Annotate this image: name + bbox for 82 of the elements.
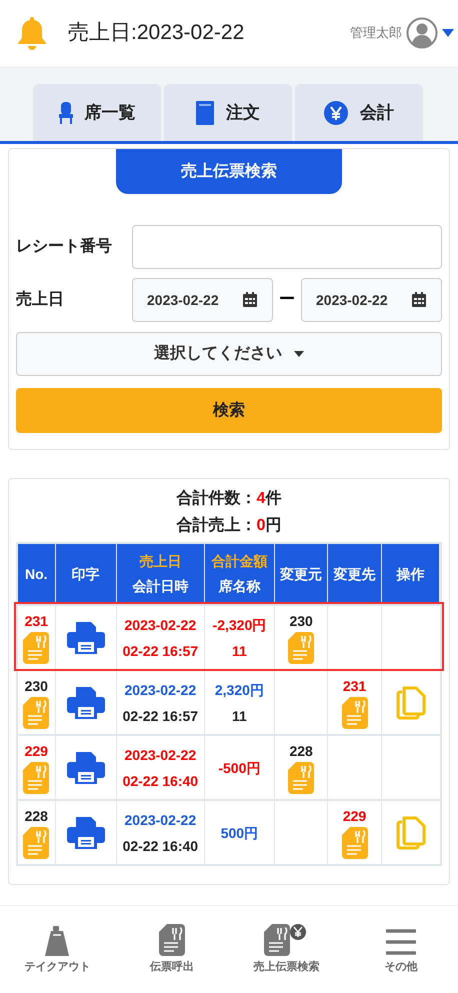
nav-tab[interactable]: 席一覧 (33, 84, 161, 141)
caret-icon (294, 351, 304, 357)
column-header: 売上日 会計日時 (116, 544, 205, 604)
table-cell-text: 229 (24, 742, 48, 761)
menu-icon[interactable] (386, 928, 416, 956)
summary-value: 4 (256, 489, 266, 509)
receipt-yen-icon[interactable] (264, 924, 308, 956)
column-header: 合計金額 席名称 (204, 544, 275, 604)
printer-icon[interactable] (66, 686, 105, 718)
column-header: No. (18, 544, 56, 604)
table-cell-text: -2,320円 (212, 616, 266, 634)
bag-icon[interactable] (45, 926, 70, 956)
bottom-nav-item[interactable]: その他 (344, 924, 458, 976)
printer-icon[interactable] (66, 752, 105, 784)
summary-unit: 円 (265, 516, 282, 536)
receipt-icon[interactable] (23, 632, 50, 664)
table-cell-text: -500円 (218, 758, 260, 778)
table-cell-text: 230 (24, 677, 48, 696)
page-title: 売上日:2023-02-22 (68, 20, 244, 46)
summary-label: 合計件数： (176, 488, 257, 509)
date-to-field[interactable]: 2023-02-22 (301, 278, 442, 322)
summary-unit: 件 (265, 489, 282, 509)
book-icon (196, 100, 214, 124)
receipt-icon[interactable] (23, 827, 50, 859)
table-cell-text: 11 (232, 706, 247, 726)
table-row[interactable]: 231 2023-02-22 02-22 16:57 -2,320円 11 230 (16, 604, 442, 669)
range-separator: ー (278, 290, 296, 310)
column-header: 操作 (382, 544, 440, 604)
user-name: 管理太郎 (350, 24, 402, 42)
yen-icon (324, 100, 348, 124)
summary-value: 0 (256, 516, 266, 536)
calendar-icon[interactable] (242, 292, 258, 308)
table-cell-text: 2023-02-22 (124, 616, 196, 634)
receipt-icon[interactable] (342, 697, 368, 729)
nav-tab[interactable]: 注文 (164, 84, 292, 141)
table-row[interactable]: 230 2023-02-22 02-22 16:57 2,320円 11 231 (18, 669, 440, 734)
bottom-nav-item[interactable]: 売上伝票検索 (229, 924, 344, 976)
table-cell-text: 228 (24, 807, 48, 826)
bottom-nav-item[interactable]: テイクアウト (0, 924, 114, 976)
search-button[interactable]: 検索 (16, 388, 442, 433)
receipt-icon[interactable] (288, 762, 314, 794)
table-cell-text: 2023-02-22 (124, 680, 196, 700)
receipt-icon[interactable] (288, 632, 314, 664)
column-header: 変更元 (274, 544, 328, 604)
receipt-number-field[interactable] (132, 225, 442, 269)
table-cell-text: 02-22 16:57 (122, 706, 198, 726)
table-row[interactable]: 229 2023-02-22 02-22 16:40 -500円 228 (18, 734, 440, 799)
receipt-icon[interactable] (158, 924, 185, 956)
chair-icon (58, 102, 72, 124)
printer-icon[interactable] (66, 622, 105, 654)
date-from-field[interactable]: 2023-02-22 (132, 278, 273, 322)
calendar-icon[interactable] (411, 292, 427, 308)
table-cell-text: 2023-02-22 (124, 746, 196, 764)
receipt-icon[interactable] (23, 762, 50, 794)
table-cell-text: 228 (289, 742, 313, 761)
table-cell-text: 500円 (220, 824, 258, 842)
table-cell-text: 02-22 16:40 (122, 836, 198, 856)
nav-tab[interactable]: 会計 (295, 84, 423, 141)
table-cell-text: 230 (289, 612, 313, 631)
avatar-icon[interactable] (406, 17, 438, 49)
bell-icon[interactable] (16, 15, 48, 51)
table-row[interactable]: 228 2023-02-22 02-22 16:40 500円 229 (18, 799, 440, 864)
field-label: レシート番号 (16, 236, 113, 257)
receipt-icon[interactable] (23, 697, 50, 729)
table-cell-text: 231 (24, 612, 48, 631)
table-cell-text: 231 (342, 677, 366, 696)
receipt-icon[interactable] (342, 827, 368, 859)
field-label: 売上日 (16, 290, 65, 310)
printer-icon[interactable] (66, 816, 105, 848)
table-cell-text: 229 (342, 807, 366, 826)
category-select[interactable]: 選択してください (16, 332, 442, 376)
table-cell-text: 11 (232, 642, 247, 660)
table-cell-text: 2023-02-22 (124, 810, 196, 830)
table-cell-text: 2,320円 (214, 680, 264, 700)
section-title: 売上伝票検索 (116, 149, 342, 194)
table-cell-text: 02-22 16:57 (122, 642, 198, 660)
table-cell-text: 02-22 16:40 (122, 772, 198, 790)
bottom-nav-item[interactable]: 伝票呼出 (114, 924, 229, 976)
dropdown-icon[interactable] (442, 28, 454, 38)
column-header: 印字 (56, 544, 117, 604)
summary-label: 合計売上： (176, 515, 257, 536)
column-header: 変更先 (328, 544, 382, 604)
